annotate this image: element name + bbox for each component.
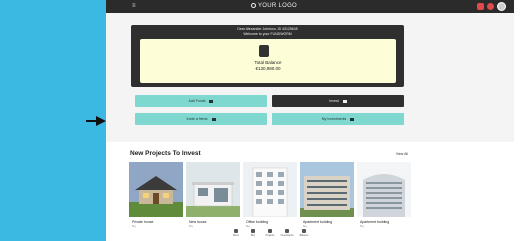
office-building-image [243, 162, 297, 217]
nav-item-investments[interactable]: Investments [280, 229, 294, 237]
nav-label: Buy [250, 234, 256, 237]
nav-label: Projects [265, 234, 275, 237]
logo-text: YOUR LOGO [257, 3, 298, 9]
bottom-nav-items: Menu Buy Projects Investments Balance [231, 229, 309, 237]
pointer-arrow-icon [96, 116, 106, 126]
invest-button[interactable]: Invest [272, 95, 404, 107]
invite-friend-button[interactable]: Invite a friend [135, 113, 267, 125]
project-card[interactable]: Office building Buy [243, 162, 297, 232]
message-icon[interactable] [487, 3, 494, 10]
invest-icon [342, 99, 347, 103]
apartment-tower-image [357, 162, 411, 217]
balance-value: €130,980.00 [255, 66, 281, 71]
card-title: Apartment building [303, 220, 333, 224]
avatar[interactable] [497, 2, 506, 11]
nav-item-buy[interactable]: Buy [248, 229, 258, 237]
notification-icon[interactable] [477, 3, 484, 10]
nav-label: Menu [233, 234, 239, 237]
nav-label: Investments [280, 234, 294, 237]
app-canvas: ≡ YOUR LOGO Dear Alexander Johnson, ID 4… [106, 0, 514, 241]
balance-label: Total Balance [254, 60, 282, 65]
topbar-icons [477, 2, 506, 11]
plus-icon [209, 99, 214, 103]
project-card[interactable]: Private house Buy [129, 162, 183, 232]
nav-item-projects[interactable]: Projects [265, 229, 275, 237]
home-icon [234, 229, 238, 233]
welcome-text: Dear Alexander Johnson, ID 43125645 Welc… [131, 27, 404, 36]
section-title: New Projects To Invest [130, 150, 201, 157]
view-all-link[interactable]: View All [396, 152, 408, 156]
modern-house-image [186, 162, 240, 217]
bottom-nav: Menu Buy Projects Investments Balance [106, 228, 514, 241]
wallet-icon [259, 45, 269, 57]
project-cards: Private house Buy New house Buy Office b… [129, 162, 411, 232]
logo: YOUR LOGO [234, 2, 314, 11]
my-investments-label: My Investments [321, 117, 347, 121]
card-title: Apartment building [360, 220, 390, 224]
project-image [357, 162, 411, 217]
welcome-line-2: Welcome to your FUNDWORM [243, 31, 292, 36]
top-bar: ≡ YOUR LOGO [106, 0, 514, 13]
chart-icon [350, 117, 355, 121]
card-title: Private house [132, 220, 154, 224]
project-image [243, 162, 297, 217]
invest-label: Invest [329, 99, 339, 103]
my-investments-button[interactable]: My Investments [272, 113, 404, 125]
nav-item-balance[interactable]: Balance [299, 229, 309, 237]
wallet-icon [302, 229, 306, 233]
share-icon [211, 117, 216, 121]
project-card[interactable]: New house Buy [186, 162, 240, 232]
hamburger-icon[interactable]: ≡ [132, 3, 136, 9]
project-card[interactable]: Apartment building Buy [300, 162, 354, 232]
balance-card: Total Balance €130,980.00 [140, 39, 396, 83]
logo-icon [250, 3, 256, 8]
apartment-building-image [300, 162, 354, 217]
add-funds-button[interactable]: Add Funds [135, 95, 267, 107]
nav-item-menu[interactable]: Menu [231, 229, 241, 237]
grid-icon [268, 229, 272, 233]
project-image [186, 162, 240, 217]
cart-icon [251, 229, 255, 233]
invite-label: Invite a friend [186, 117, 208, 121]
project-image [129, 162, 183, 217]
house-image [129, 162, 183, 217]
project-card[interactable]: Apartment building Buy [357, 162, 411, 232]
nav-label: Balance [299, 234, 309, 237]
chart-icon [285, 229, 289, 233]
card-title: Office building [246, 220, 269, 224]
project-image [300, 162, 354, 217]
add-funds-label: Add Funds [188, 99, 206, 103]
card-title: New house [189, 220, 207, 224]
new-projects-section: New Projects To Invest View All Private … [106, 142, 514, 241]
